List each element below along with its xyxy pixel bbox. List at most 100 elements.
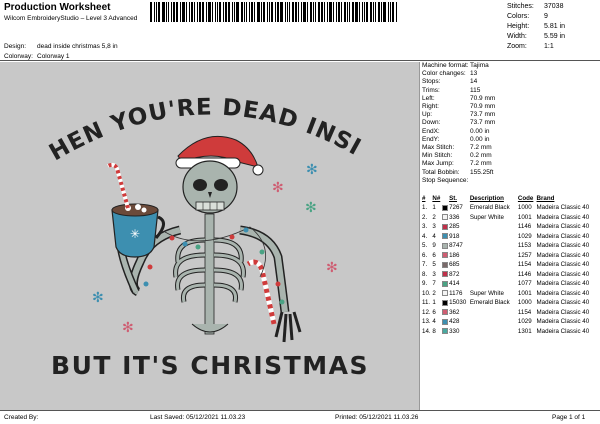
table-row: 10. 2 1176 Super White 1001 Madeira Classic 4… [422, 289, 600, 299]
cocoa-mug-icon: ✳ [111, 203, 165, 258]
thread-brand: Madeira Classic 40 [536, 204, 590, 212]
barcode-bar [251, 2, 253, 22]
barcode-bar [263, 2, 265, 22]
color-swatch-cell [441, 289, 449, 299]
row-number: 11. [422, 299, 431, 307]
needle-number: 3 [432, 270, 436, 278]
created-by: Created By: [4, 414, 39, 421]
barcode-bar [206, 2, 207, 22]
barcode-bar [232, 2, 233, 22]
needle-number: 4 [432, 232, 436, 240]
row-number: 3. [422, 223, 428, 231]
barcode-bar [336, 2, 337, 22]
stitch-count: 362 [449, 308, 460, 316]
column-header: Code [517, 195, 534, 202]
stat-value: 5.81 in [544, 23, 566, 30]
barcode-bar [225, 2, 227, 22]
barcode-bar [378, 2, 380, 22]
machine-value: 0.00 in [470, 135, 490, 143]
last-saved: Last Saved: 05/12/2021 11.03.23 [150, 414, 246, 421]
thread-code: 1001 [517, 213, 532, 221]
machine-value: 13 [470, 70, 478, 78]
barcode-bar [189, 2, 190, 22]
barcode-bar [215, 2, 216, 22]
thread-description [470, 308, 518, 318]
barcode-bar [241, 2, 243, 22]
machine-label: Trims: [422, 86, 440, 94]
needle-number: 3 [432, 223, 436, 231]
row-number: 8. [422, 270, 428, 278]
printed-date: Printed: 05/12/2021 11.03.26 [335, 414, 419, 421]
barcode-bar [362, 2, 363, 22]
color-swatch [441, 233, 448, 240]
thread-brand: Madeira Classic 40 [536, 280, 590, 288]
barcode-bar [295, 2, 297, 22]
table-row: 3. 3 285 1146 Madeira Classic 40 [422, 222, 600, 232]
barcode-bar [313, 2, 314, 22]
color-swatch [441, 299, 448, 306]
barcode-bar [310, 2, 312, 22]
barcode-bar [261, 2, 262, 22]
barcode-bar [392, 2, 394, 22]
machine-label: Stop Sequence: [422, 176, 469, 184]
row-number: 4. [422, 232, 428, 240]
machine-row: Stop Sequence: [422, 177, 598, 185]
row-number: 12. [422, 308, 431, 316]
thread-description: Emerald Black [469, 299, 510, 307]
design-meta: Design: dead inside christmas 5,8 in Color… [4, 42, 118, 61]
thread-code: 1257 [517, 251, 532, 259]
machine-label: Down: [422, 119, 441, 127]
needle-number: 7 [432, 280, 436, 288]
design-artwork: WHEN YOU'RE DEAD INSIDE BUT IT'S CHRISTM… [0, 62, 367, 380]
barcode-bar [173, 2, 175, 22]
svg-text:✻: ✻ [122, 319, 134, 335]
thread-brand: Madeira Classic 40 [536, 299, 590, 307]
machine-value: 14 [470, 78, 478, 86]
machine-label: Stops: [422, 78, 441, 86]
barcode-bar [373, 2, 374, 22]
svg-text:WHEN YOU'RE DEAD INSIDE: WHEN YOU'RE DEAD INSIDE [0, 62, 366, 166]
barcode-bar [156, 2, 157, 22]
row-number: 10. [422, 289, 431, 297]
barcode-bar [158, 2, 160, 22]
barcode-bar [254, 2, 255, 22]
barcode-bar [275, 2, 276, 22]
color-swatch-cell [441, 241, 449, 251]
needle-number: 6 [432, 308, 436, 316]
color-swatch [441, 328, 448, 335]
stitch-count: 918 [449, 232, 460, 240]
barcode-bar [352, 2, 354, 22]
row-number: 2. [422, 213, 428, 221]
machine-label: Min Stitch: [422, 152, 453, 160]
barcode-bar [199, 2, 201, 22]
svg-text:✻: ✻ [306, 161, 318, 177]
divider [0, 60, 600, 61]
stat-value: 9 [544, 13, 548, 20]
machine-label: Machine format: [422, 62, 469, 69]
machine-label: EndY: [422, 135, 440, 143]
table-row: 13. 4 428 1029 Madeira Classic 40 [422, 317, 600, 327]
thread-description [470, 222, 518, 232]
color-swatch-cell [441, 270, 449, 280]
thread-brand: Madeira Classic 40 [536, 261, 590, 269]
table-row: 7. 5 685 1154 Madeira Classic 40 [422, 260, 600, 270]
color-swatch-cell [441, 260, 449, 270]
barcode-bar [194, 2, 195, 22]
machine-value: 7.2 mm [470, 160, 492, 168]
machine-label: EndX: [422, 127, 440, 135]
page-title: Production Worksheet [4, 2, 111, 13]
stat-row: Colors: 9 [507, 12, 597, 22]
needle-number: 6 [432, 251, 436, 259]
machine-label: Max Stitch: [422, 144, 455, 152]
column-header: N# [432, 195, 441, 202]
divider [419, 62, 420, 410]
table-row: 14. 8 330 1301 Madeira Classic 40 [422, 327, 600, 337]
thread-code: 1077 [517, 280, 532, 288]
thread-code: 1154 [517, 308, 532, 316]
barcode-bar [359, 2, 360, 22]
machine-value: 115 [470, 86, 481, 94]
barcode-bar [303, 2, 306, 22]
column-header: Brand [536, 195, 555, 202]
stat-value: 5.59 in [544, 33, 566, 40]
thread-code: 1000 [517, 299, 532, 307]
